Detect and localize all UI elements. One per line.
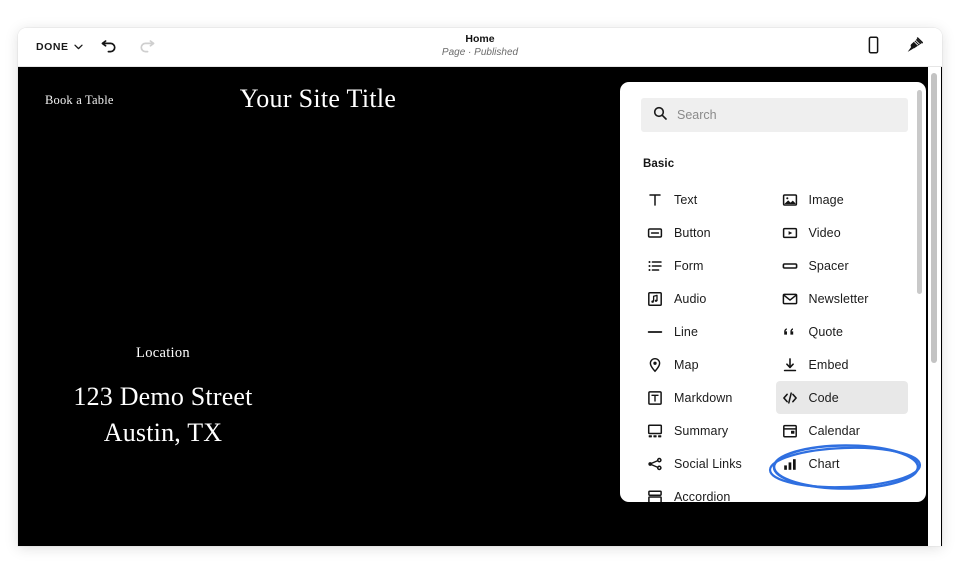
block-item-text[interactable]: Text: [641, 183, 774, 216]
editor-toolbar: DONE: [18, 28, 942, 67]
block-item-label: Line: [674, 325, 698, 339]
markdown-icon: [647, 390, 663, 406]
block-item-line[interactable]: Line: [641, 315, 774, 348]
screen: DONE: [0, 0, 960, 576]
line-icon: [647, 324, 663, 340]
block-item-social-links[interactable]: Social Links: [641, 447, 774, 480]
block-item-label: Newsletter: [809, 292, 869, 306]
site-preview-canvas[interactable]: Book a Table Your Site Title Location 12…: [18, 67, 942, 546]
location-block[interactable]: Location 123 Demo Street Austin, TX: [18, 345, 308, 451]
page-info: Home Page · Published: [18, 32, 942, 59]
video-icon: [782, 225, 798, 241]
social-links-icon: [647, 456, 663, 472]
page-status: Page · Published: [18, 46, 942, 59]
block-item-label: Button: [674, 226, 711, 240]
block-item-code[interactable]: Code: [776, 381, 909, 414]
add-block-panel: Basic Text Image Button Video Form Spacer Audi…: [620, 82, 926, 502]
block-item-label: Image: [809, 193, 844, 207]
block-item-spacer[interactable]: Spacer: [776, 249, 909, 282]
location-label: Location: [18, 345, 308, 362]
block-item-calendar[interactable]: Calendar: [776, 414, 909, 447]
block-item-label: Video: [809, 226, 841, 240]
block-item-label: Summary: [674, 424, 728, 438]
block-item-map[interactable]: Map: [641, 348, 774, 381]
redo-arrow-icon: [137, 37, 155, 58]
block-item-label: Form: [674, 259, 704, 273]
chart-bar-icon: [782, 456, 798, 472]
block-item-label: Chart: [809, 457, 840, 471]
search-field[interactable]: [641, 98, 908, 132]
block-item-quote[interactable]: Quote: [776, 315, 909, 348]
block-item-button[interactable]: Button: [641, 216, 774, 249]
envelope-icon: [782, 291, 798, 307]
block-item-form[interactable]: Form: [641, 249, 774, 282]
address-line-2: Austin, TX: [18, 415, 308, 451]
done-button-label: DONE: [36, 41, 69, 53]
embed-icon: [782, 357, 798, 373]
block-item-accordion[interactable]: Accordion: [641, 480, 774, 502]
blocks-grid: Text Image Button Video Form Spacer Audio Newsl…: [641, 183, 908, 502]
block-item-label: Map: [674, 358, 699, 372]
block-item-audio[interactable]: Audio: [641, 282, 774, 315]
block-item-video[interactable]: Video: [776, 216, 909, 249]
search-input[interactable]: [677, 108, 896, 122]
block-item-embed[interactable]: Embed: [776, 348, 909, 381]
block-item-label: Audio: [674, 292, 706, 306]
add-block-panel-content: Basic Text Image Button Video Form Spacer Audi…: [620, 82, 926, 502]
block-item-label: Text: [674, 193, 697, 207]
map-pin-icon: [647, 357, 663, 373]
page-scrollbar-track[interactable]: [928, 67, 941, 546]
block-item-label: Embed: [809, 358, 849, 372]
calendar-icon: [782, 423, 798, 439]
block-item-newsletter[interactable]: Newsletter: [776, 282, 909, 315]
panel-scrollbar-thumb[interactable]: [917, 90, 922, 294]
block-item-label: Quote: [809, 325, 844, 339]
block-item-label: Code: [809, 391, 839, 405]
code-icon: [782, 390, 798, 406]
address-line-1: 123 Demo Street: [18, 379, 308, 415]
block-item-label: Markdown: [674, 391, 732, 405]
paintbrush-icon: [905, 35, 925, 60]
site-title[interactable]: Your Site Title: [18, 84, 618, 114]
block-item-summary[interactable]: Summary: [641, 414, 774, 447]
undo-button[interactable]: [99, 36, 121, 58]
undo-arrow-icon: [101, 37, 119, 58]
block-item-label: Social Links: [674, 457, 742, 471]
quote-icon: [782, 324, 798, 340]
block-item-markdown[interactable]: Markdown: [641, 381, 774, 414]
audio-icon: [647, 291, 663, 307]
mobile-preview-button[interactable]: [862, 36, 884, 58]
redo-button[interactable]: [135, 36, 157, 58]
summary-icon: [647, 423, 663, 439]
search-icon: [653, 106, 667, 125]
site-styles-button[interactable]: [904, 36, 926, 58]
block-item-label: Calendar: [809, 424, 861, 438]
toolbar-left-group: DONE: [34, 36, 157, 58]
text-icon: [647, 192, 663, 208]
spacer-icon: [782, 258, 798, 274]
page-scrollbar-thumb[interactable]: [931, 73, 937, 363]
chevron-down-icon: [74, 41, 83, 53]
mobile-device-icon: [867, 36, 880, 59]
toolbar-right-group: [862, 36, 926, 58]
block-item-label: Accordion: [674, 490, 731, 503]
page-title: Home: [18, 32, 942, 46]
section-header-basic: Basic: [641, 158, 908, 170]
block-item-label: Spacer: [809, 259, 849, 273]
accordion-icon: [647, 489, 663, 503]
image-icon: [782, 192, 798, 208]
app-window: DONE: [18, 28, 942, 546]
form-list-icon: [647, 258, 663, 274]
block-item-chart[interactable]: Chart: [776, 447, 909, 480]
done-button[interactable]: DONE: [34, 38, 85, 56]
block-item-image[interactable]: Image: [776, 183, 909, 216]
button-icon: [647, 225, 663, 241]
